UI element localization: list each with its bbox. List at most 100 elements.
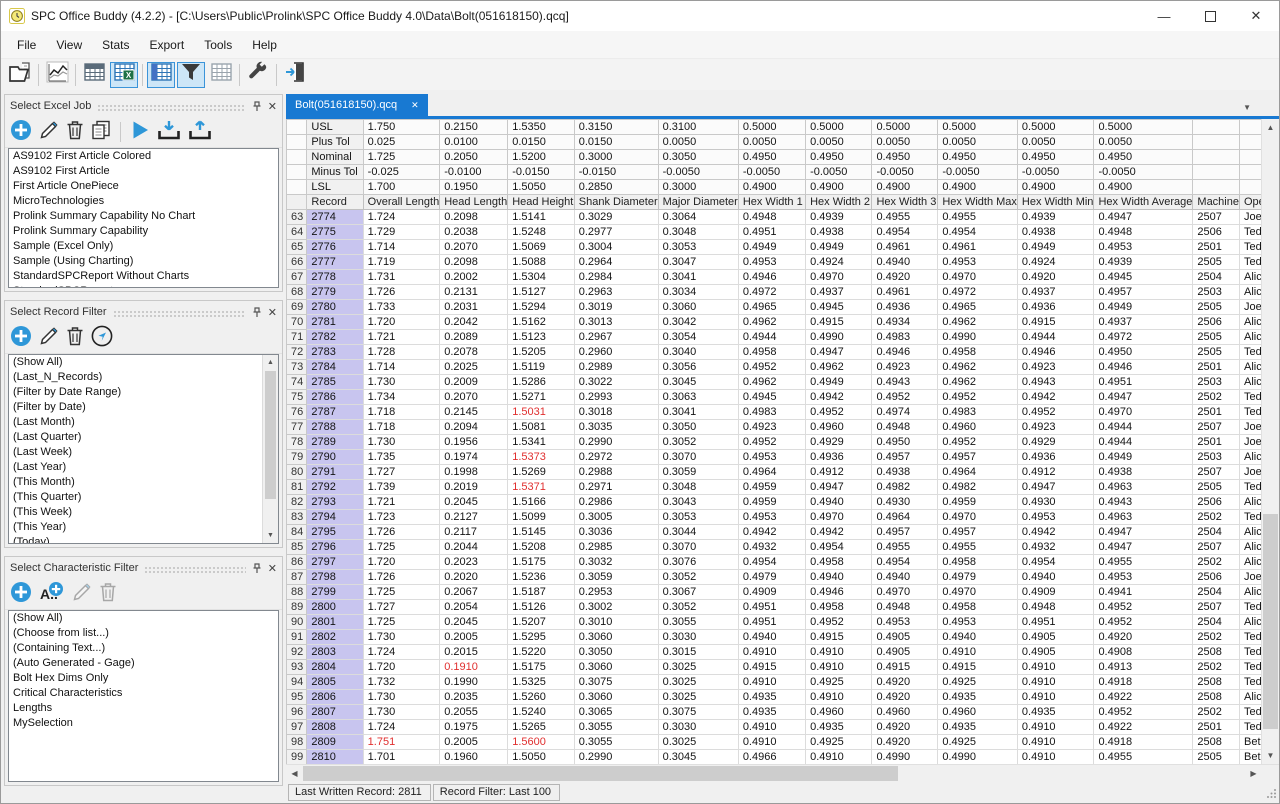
data-cell[interactable]: 0.2078 [440,345,508,360]
record-cell[interactable]: 2808 [307,720,363,735]
data-cell[interactable]: 0.4918 [1094,675,1193,690]
data-cell[interactable]: 0.4937 [1017,285,1094,300]
list-item[interactable]: (Last Week) [9,445,278,460]
data-cell[interactable]: 1.5081 [508,420,575,435]
data-cell[interactable]: 0.4920 [872,735,938,750]
tools-wrench-button[interactable] [244,62,272,88]
data-cell[interactable]: 0.4923 [1017,420,1094,435]
data-cell[interactable]: 0.4936 [872,300,938,315]
data-cell[interactable]: 2507 [1193,465,1240,480]
data-cell[interactable]: 0.4925 [938,675,1018,690]
data-cell[interactable]: 0.3025 [658,660,738,675]
data-cell[interactable]: 1.751 [363,735,440,750]
data-cell[interactable]: 0.2038 [440,225,508,240]
data-cell[interactable]: 0.3040 [658,345,738,360]
list-item[interactable]: (Today) [9,535,278,544]
data-cell[interactable]: 1.5145 [508,525,575,540]
record-cell[interactable]: 2793 [307,495,363,510]
data-cell[interactable]: 1.724 [363,210,440,225]
record-cell[interactable]: 2783 [307,345,363,360]
data-cell[interactable]: 0.4955 [1094,555,1193,570]
data-cell[interactable]: 0.4952 [738,435,805,450]
data-cell[interactable]: 0.2977 [574,225,658,240]
menu-item-file[interactable]: File [7,33,46,57]
data-cell[interactable]: 0.3013 [574,315,658,330]
data-cell[interactable]: 2508 [1193,675,1240,690]
data-cell[interactable]: 1.5141 [508,210,575,225]
data-cell[interactable]: 0.4946 [806,585,872,600]
data-cell[interactable]: 0.3053 [658,240,738,255]
data-cell[interactable]: 1.5295 [508,630,575,645]
data-cell[interactable]: 0.4925 [806,675,872,690]
data-cell[interactable]: 0.4910 [1017,735,1094,750]
data-cell[interactable]: 0.4954 [872,225,938,240]
column-header[interactable]: Record [307,195,363,210]
horizontal-scrollbar[interactable]: ◀ ▶ [286,764,1279,782]
data-cell[interactable]: 0.1960 [440,750,508,765]
data-cell[interactable]: 0.1990 [440,675,508,690]
data-cell[interactable]: 0.3067 [658,585,738,600]
data-cell[interactable]: 1.718 [363,420,440,435]
data-cell[interactable]: 2502 [1193,390,1240,405]
data-cell[interactable]: 0.4942 [738,525,805,540]
data-cell[interactable]: 0.3044 [658,525,738,540]
data-cell[interactable]: 0.3042 [658,315,738,330]
data-cell[interactable]: 0.2094 [440,420,508,435]
data-cell[interactable]: 0.1910 [440,660,508,675]
record-cell[interactable]: 2805 [307,675,363,690]
data-cell[interactable]: 2501 [1193,720,1240,735]
data-cell[interactable]: 0.4966 [738,750,805,765]
data-cell[interactable]: 1.724 [363,645,440,660]
data-cell[interactable]: 2501 [1193,435,1240,450]
data-cell[interactable]: 1.5294 [508,300,575,315]
data-cell[interactable]: 0.4938 [806,225,872,240]
data-cell[interactable]: 0.3018 [574,405,658,420]
data-cell[interactable]: 2504 [1193,615,1240,630]
data-cell[interactable]: 0.4952 [738,360,805,375]
data-cell[interactable]: 0.3060 [574,690,658,705]
data-cell[interactable]: 0.4944 [738,330,805,345]
data-cell[interactable]: 1.730 [363,375,440,390]
data-cell[interactable]: 0.3063 [658,390,738,405]
data-cell[interactable]: 0.4962 [938,375,1018,390]
data-cell[interactable]: 0.4960 [872,705,938,720]
data-cell[interactable]: 0.2984 [574,270,658,285]
record-cell[interactable]: 2803 [307,645,363,660]
data-cell[interactable]: 0.4946 [1017,345,1094,360]
data-cell[interactable]: 0.2117 [440,525,508,540]
list-item[interactable]: (Containing Text...) [9,641,278,656]
data-cell[interactable]: 0.4964 [872,510,938,525]
data-cell[interactable]: 0.2993 [574,390,658,405]
data-cell[interactable]: 0.3050 [574,645,658,660]
data-cell[interactable]: 1.5175 [508,660,575,675]
data-cell[interactable]: 0.4910 [738,675,805,690]
data-cell[interactable]: 0.4912 [1017,465,1094,480]
data-cell[interactable]: 0.4948 [872,420,938,435]
data-cell[interactable]: 2505 [1193,300,1240,315]
data-cell[interactable]: 0.4910 [806,750,872,765]
data-cell[interactable]: 0.4935 [938,720,1018,735]
data-cell[interactable]: 0.4972 [938,285,1018,300]
data-cell[interactable]: 0.4979 [938,570,1018,585]
data-cell[interactable]: 0.3030 [658,630,738,645]
record-cell[interactable]: 2790 [307,450,363,465]
data-cell[interactable]: 0.3015 [658,645,738,660]
data-cell[interactable]: 0.3010 [574,615,658,630]
data-cell[interactable]: 2501 [1193,360,1240,375]
data-cell[interactable]: 0.4905 [1017,630,1094,645]
data-cell[interactable]: 0.2127 [440,510,508,525]
data-cell[interactable]: 0.4918 [1094,735,1193,750]
data-cell[interactable]: 0.4947 [1094,540,1193,555]
data-cell[interactable]: 0.4950 [872,435,938,450]
data-cell[interactable]: 0.4905 [1017,645,1094,660]
list-item[interactable]: (Show All) [9,611,278,626]
data-cell[interactable]: 0.4949 [1094,300,1193,315]
data-cell[interactable]: 0.4920 [872,270,938,285]
record-cell[interactable]: 2806 [307,690,363,705]
hscroll-thumb[interactable] [303,766,898,781]
data-cell[interactable]: 0.4955 [938,210,1018,225]
data-cell[interactable]: 0.4944 [1017,330,1094,345]
data-cell[interactable]: 1.729 [363,225,440,240]
data-cell[interactable]: 0.4929 [806,435,872,450]
data-cell[interactable]: 1.5205 [508,345,575,360]
